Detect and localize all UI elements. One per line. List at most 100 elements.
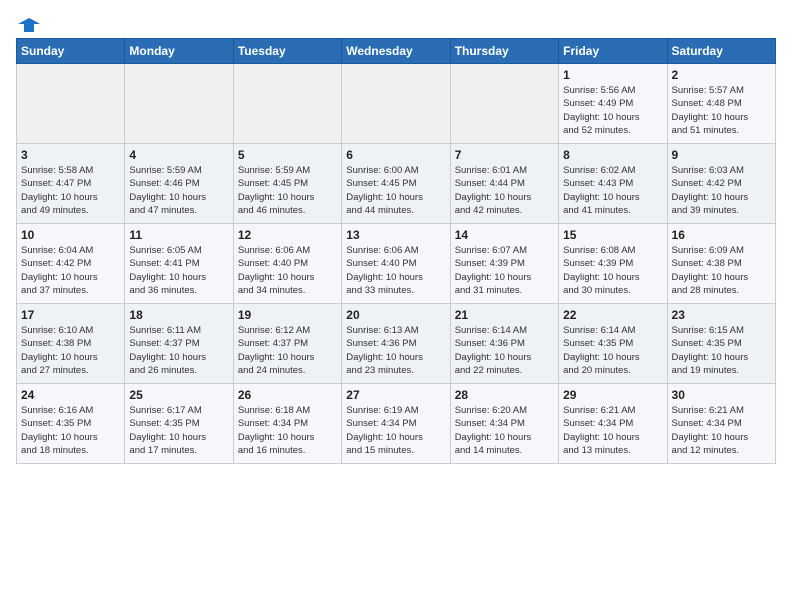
- weekday-header-wednesday: Wednesday: [342, 39, 450, 64]
- day-number: 8: [563, 148, 662, 162]
- day-cell-33: 29 Sunrise: 6:21 AM Sunset: 4:34 PM Dayli…: [559, 384, 667, 464]
- day-info: Sunrise: 6:01 AM Sunset: 4:44 PM Dayligh…: [455, 164, 554, 217]
- day-info: Sunrise: 6:00 AM Sunset: 4:45 PM Dayligh…: [346, 164, 445, 217]
- day-cell-26: 22 Sunrise: 6:14 AM Sunset: 4:35 PM Dayli…: [559, 304, 667, 384]
- weekday-header-tuesday: Tuesday: [233, 39, 341, 64]
- day-cell-24: 20 Sunrise: 6:13 AM Sunset: 4:36 PM Dayli…: [342, 304, 450, 384]
- weekday-header-thursday: Thursday: [450, 39, 558, 64]
- day-number: 26: [238, 388, 337, 402]
- day-number: 27: [346, 388, 445, 402]
- day-number: 6: [346, 148, 445, 162]
- day-info: Sunrise: 5:59 AM Sunset: 4:45 PM Dayligh…: [238, 164, 337, 217]
- day-info: Sunrise: 6:02 AM Sunset: 4:43 PM Dayligh…: [563, 164, 662, 217]
- day-info: Sunrise: 6:20 AM Sunset: 4:34 PM Dayligh…: [455, 404, 554, 457]
- day-info: Sunrise: 6:14 AM Sunset: 4:36 PM Dayligh…: [455, 324, 554, 377]
- day-number: 15: [563, 228, 662, 242]
- day-info: Sunrise: 5:56 AM Sunset: 4:49 PM Dayligh…: [563, 84, 662, 137]
- day-info: Sunrise: 6:15 AM Sunset: 4:35 PM Dayligh…: [672, 324, 771, 377]
- day-number: 18: [129, 308, 228, 322]
- day-info: Sunrise: 6:14 AM Sunset: 4:35 PM Dayligh…: [563, 324, 662, 377]
- day-info: Sunrise: 6:04 AM Sunset: 4:42 PM Dayligh…: [21, 244, 120, 297]
- day-info: Sunrise: 6:06 AM Sunset: 4:40 PM Dayligh…: [238, 244, 337, 297]
- day-cell-16: 12 Sunrise: 6:06 AM Sunset: 4:40 PM Dayli…: [233, 224, 341, 304]
- day-info: Sunrise: 6:06 AM Sunset: 4:40 PM Dayligh…: [346, 244, 445, 297]
- day-number: 17: [21, 308, 120, 322]
- day-cell-13: 9Sunrise: 6:03 AM Sunset: 4:42 PM Daylig…: [667, 144, 775, 224]
- day-info: Sunrise: 6:19 AM Sunset: 4:34 PM Dayligh…: [346, 404, 445, 457]
- day-info: Sunrise: 6:18 AM Sunset: 4:34 PM Dayligh…: [238, 404, 337, 457]
- day-number: 16: [672, 228, 771, 242]
- day-number: 22: [563, 308, 662, 322]
- day-cell-30: 26 Sunrise: 6:18 AM Sunset: 4:34 PM Dayli…: [233, 384, 341, 464]
- day-info: Sunrise: 5:57 AM Sunset: 4:48 PM Dayligh…: [672, 84, 771, 137]
- day-info: Sunrise: 6:05 AM Sunset: 4:41 PM Dayligh…: [129, 244, 228, 297]
- week-row-1: 1 Sunrise: 5:56 AM Sunset: 4:49 PM Daylig…: [17, 64, 776, 144]
- day-number: 3: [21, 148, 120, 162]
- day-info: Sunrise: 5:58 AM Sunset: 4:47 PM Dayligh…: [21, 164, 120, 217]
- weekday-header-saturday: Saturday: [667, 39, 775, 64]
- logo: [16, 16, 40, 30]
- day-number: 30: [672, 388, 771, 402]
- day-info: Sunrise: 6:17 AM Sunset: 4:35 PM Dayligh…: [129, 404, 228, 457]
- weekday-header-friday: Friday: [559, 39, 667, 64]
- day-cell-0: [17, 64, 125, 144]
- day-cell-6: 2 Sunrise: 5:57 AM Sunset: 4:48 PM Daylig…: [667, 64, 775, 144]
- day-number: 13: [346, 228, 445, 242]
- day-number: 25: [129, 388, 228, 402]
- day-cell-15: 11Sunrise: 6:05 AM Sunset: 4:41 PM Dayli…: [125, 224, 233, 304]
- day-cell-4: [450, 64, 558, 144]
- day-cell-2: [233, 64, 341, 144]
- day-info: Sunrise: 6:13 AM Sunset: 4:36 PM Dayligh…: [346, 324, 445, 377]
- day-number: 2: [672, 68, 771, 82]
- day-cell-10: 6 Sunrise: 6:00 AM Sunset: 4:45 PM Daylig…: [342, 144, 450, 224]
- week-row-3: 10 Sunrise: 6:04 AM Sunset: 4:42 PM Dayli…: [17, 224, 776, 304]
- day-cell-28: 24 Sunrise: 6:16 AM Sunset: 4:35 PM Dayli…: [17, 384, 125, 464]
- day-cell-19: 15Sunrise: 6:08 AM Sunset: 4:39 PM Dayli…: [559, 224, 667, 304]
- day-info: Sunrise: 6:11 AM Sunset: 4:37 PM Dayligh…: [129, 324, 228, 377]
- day-cell-22: 18 Sunrise: 6:11 AM Sunset: 4:37 PM Dayli…: [125, 304, 233, 384]
- day-cell-9: 5 Sunrise: 5:59 AM Sunset: 4:45 PM Daylig…: [233, 144, 341, 224]
- day-cell-34: 30 Sunrise: 6:21 AM Sunset: 4:34 PM Dayli…: [667, 384, 775, 464]
- day-number: 29: [563, 388, 662, 402]
- day-info: Sunrise: 6:09 AM Sunset: 4:38 PM Dayligh…: [672, 244, 771, 297]
- day-cell-12: 8 Sunrise: 6:02 AM Sunset: 4:43 PM Daylig…: [559, 144, 667, 224]
- day-number: 20: [346, 308, 445, 322]
- day-info: Sunrise: 6:16 AM Sunset: 4:35 PM Dayligh…: [21, 404, 120, 457]
- day-info: Sunrise: 6:21 AM Sunset: 4:34 PM Dayligh…: [672, 404, 771, 457]
- day-number: 7: [455, 148, 554, 162]
- day-cell-18: 14 Sunrise: 6:07 AM Sunset: 4:39 PM Dayli…: [450, 224, 558, 304]
- day-number: 14: [455, 228, 554, 242]
- day-number: 9: [672, 148, 771, 162]
- calendar-table: SundayMondayTuesdayWednesdayThursdayFrid…: [16, 38, 776, 464]
- day-info: Sunrise: 6:21 AM Sunset: 4:34 PM Dayligh…: [563, 404, 662, 457]
- weekday-header-row: SundayMondayTuesdayWednesdayThursdayFrid…: [17, 39, 776, 64]
- day-number: 5: [238, 148, 337, 162]
- page-header: [16, 16, 776, 30]
- day-cell-29: 25 Sunrise: 6:17 AM Sunset: 4:35 PM Dayli…: [125, 384, 233, 464]
- day-number: 12: [238, 228, 337, 242]
- day-info: Sunrise: 6:12 AM Sunset: 4:37 PM Dayligh…: [238, 324, 337, 377]
- day-cell-23: 19 Sunrise: 6:12 AM Sunset: 4:37 PM Dayli…: [233, 304, 341, 384]
- day-cell-11: 7 Sunrise: 6:01 AM Sunset: 4:44 PM Daylig…: [450, 144, 558, 224]
- day-number: 19: [238, 308, 337, 322]
- week-row-5: 24 Sunrise: 6:16 AM Sunset: 4:35 PM Dayli…: [17, 384, 776, 464]
- day-info: Sunrise: 6:07 AM Sunset: 4:39 PM Dayligh…: [455, 244, 554, 297]
- day-number: 24: [21, 388, 120, 402]
- day-number: 23: [672, 308, 771, 322]
- day-cell-5: 1 Sunrise: 5:56 AM Sunset: 4:49 PM Daylig…: [559, 64, 667, 144]
- day-cell-20: 16 Sunrise: 6:09 AM Sunset: 4:38 PM Dayli…: [667, 224, 775, 304]
- day-number: 10: [21, 228, 120, 242]
- day-cell-27: 23 Sunrise: 6:15 AM Sunset: 4:35 PM Dayli…: [667, 304, 775, 384]
- day-number: 1: [563, 68, 662, 82]
- day-cell-7: 3 Sunrise: 5:58 AM Sunset: 4:47 PM Daylig…: [17, 144, 125, 224]
- day-cell-1: [125, 64, 233, 144]
- logo-bird-icon: [18, 16, 40, 34]
- weekday-header-monday: Monday: [125, 39, 233, 64]
- day-cell-17: 13 Sunrise: 6:06 AM Sunset: 4:40 PM Dayli…: [342, 224, 450, 304]
- day-cell-3: [342, 64, 450, 144]
- week-row-4: 17 Sunrise: 6:10 AM Sunset: 4:38 PM Dayli…: [17, 304, 776, 384]
- day-info: Sunrise: 6:10 AM Sunset: 4:38 PM Dayligh…: [21, 324, 120, 377]
- day-cell-21: 17 Sunrise: 6:10 AM Sunset: 4:38 PM Dayli…: [17, 304, 125, 384]
- weekday-header-sunday: Sunday: [17, 39, 125, 64]
- day-cell-25: 21Sunrise: 6:14 AM Sunset: 4:36 PM Dayli…: [450, 304, 558, 384]
